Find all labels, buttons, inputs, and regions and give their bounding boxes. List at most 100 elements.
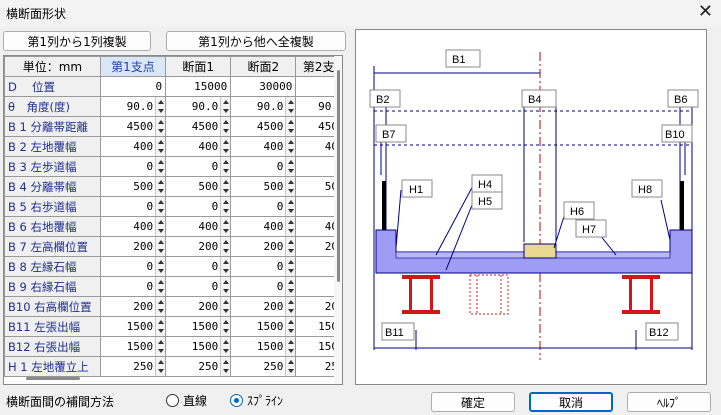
- spin-button[interactable]: [220, 297, 230, 316]
- spin-button[interactable]: [220, 217, 230, 236]
- spin-button[interactable]: [155, 157, 165, 176]
- spin-button[interactable]: [220, 257, 230, 276]
- grid-cell[interactable]: 500: [99, 176, 167, 197]
- grid-cell[interactable]: 400: [230, 216, 297, 237]
- grid-cell[interactable]: 15000: [165, 76, 232, 97]
- spin-button[interactable]: [220, 337, 230, 356]
- grid-cell[interactable]: 250: [230, 356, 297, 377]
- grid-cell[interactable]: 1500: [165, 316, 232, 337]
- spin-button[interactable]: [285, 97, 295, 116]
- grid-cell[interactable]: 4500: [99, 116, 167, 137]
- radio-line-circle[interactable]: [166, 394, 179, 407]
- spin-button[interactable]: [220, 197, 230, 216]
- grid-cell[interactable]: 0: [230, 196, 297, 217]
- spin-button[interactable]: [220, 357, 230, 376]
- grid-cell[interactable]: 200: [230, 236, 297, 257]
- spin-button[interactable]: [285, 217, 295, 236]
- spin-button[interactable]: [155, 297, 165, 316]
- spin-button[interactable]: [155, 237, 165, 256]
- spin-button[interactable]: [220, 117, 230, 136]
- grid-cell[interactable]: 400: [99, 136, 167, 157]
- grid-cell[interactable]: 4500: [165, 116, 232, 137]
- horizontal-scroll-thumb[interactable]: [26, 377, 80, 380]
- spin-button[interactable]: [285, 337, 295, 356]
- spin-button[interactable]: [155, 357, 165, 376]
- help-button[interactable]: ﾍﾙﾌﾟ: [627, 392, 711, 412]
- spin-button[interactable]: [220, 237, 230, 256]
- grid-cell[interactable]: 400: [230, 136, 297, 157]
- grid-cell[interactable]: 0: [99, 76, 167, 97]
- grid-cell[interactable]: 500: [230, 176, 297, 197]
- spin-button[interactable]: [155, 117, 165, 136]
- spin-button[interactable]: [285, 357, 295, 376]
- spin-button[interactable]: [220, 277, 230, 296]
- grid-cell[interactable]: 0: [99, 156, 167, 177]
- grid-cell[interactable]: 0: [99, 196, 167, 217]
- spin-button[interactable]: [220, 177, 230, 196]
- close-icon[interactable]: ✕: [698, 2, 713, 22]
- grid-cell[interactable]: 0: [165, 196, 232, 217]
- grid-cell[interactable]: 1500: [230, 336, 297, 357]
- copy-all-columns-button[interactable]: 第1列から他へ全複製: [166, 31, 346, 51]
- grid-cell[interactable]: 0: [99, 256, 167, 277]
- spin-button[interactable]: [155, 177, 165, 196]
- grid-cell[interactable]: 200: [165, 296, 232, 317]
- grid-cell[interactable]: 0: [165, 156, 232, 177]
- spin-button[interactable]: [285, 177, 295, 196]
- vertical-scrollbar[interactable]: [334, 56, 342, 384]
- grid-cell[interactable]: 250: [99, 356, 167, 377]
- grid-cell[interactable]: 1500: [99, 316, 167, 337]
- spin-button[interactable]: [155, 317, 165, 336]
- grid-cell[interactable]: 250: [165, 356, 232, 377]
- spin-button[interactable]: [285, 197, 295, 216]
- spin-button[interactable]: [220, 317, 230, 336]
- grid-cell[interactable]: 4500: [230, 116, 297, 137]
- spin-button[interactable]: [285, 277, 295, 296]
- spin-button[interactable]: [155, 257, 165, 276]
- spin-button[interactable]: [285, 257, 295, 276]
- grid-cell[interactable]: 0: [165, 256, 232, 277]
- grid-cell[interactable]: 400: [165, 216, 232, 237]
- spin-button[interactable]: [220, 97, 230, 116]
- spin-button[interactable]: [155, 277, 165, 296]
- cancel-button[interactable]: 取消: [529, 392, 613, 412]
- grid-cell[interactable]: 200: [230, 296, 297, 317]
- grid-cell[interactable]: 90.0: [230, 96, 297, 117]
- spin-button[interactable]: [285, 237, 295, 256]
- vertical-scroll-thumb[interactable]: [337, 70, 340, 282]
- grid-cell[interactable]: 500: [165, 176, 232, 197]
- grid-cell[interactable]: 400: [165, 136, 232, 157]
- grid-cell[interactable]: 0: [230, 156, 297, 177]
- grid-cell[interactable]: 1500: [165, 336, 232, 357]
- spin-button[interactable]: [285, 137, 295, 156]
- grid-cell[interactable]: 200: [99, 236, 167, 257]
- spin-button[interactable]: [155, 197, 165, 216]
- grid-cell[interactable]: 400: [99, 216, 167, 237]
- column-header[interactable]: 第1支点: [99, 56, 167, 77]
- grid-cell[interactable]: 1500: [230, 316, 297, 337]
- radio-line[interactable]: 直線: [166, 392, 207, 409]
- grid-cell[interactable]: 30000: [230, 76, 297, 97]
- grid-cell[interactable]: 1500: [99, 336, 167, 357]
- spin-button[interactable]: [220, 137, 230, 156]
- spin-button[interactable]: [155, 217, 165, 236]
- spin-button[interactable]: [285, 117, 295, 136]
- spin-button[interactable]: [220, 157, 230, 176]
- column-header[interactable]: 断面2: [230, 56, 297, 77]
- spin-button[interactable]: [155, 137, 165, 156]
- grid-cell[interactable]: 200: [165, 236, 232, 257]
- grid-cell[interactable]: 90.0: [165, 96, 232, 117]
- spin-button[interactable]: [285, 157, 295, 176]
- grid-cell[interactable]: 0: [230, 276, 297, 297]
- column-header[interactable]: 断面1: [165, 56, 232, 77]
- grid-cell[interactable]: 0: [165, 276, 232, 297]
- spin-button[interactable]: [285, 297, 295, 316]
- section-grid[interactable]: 単位：mm 第1支点 断面1 断面2 第2支 D 位置 0 15000 30000 θ 角度(度)…: [3, 55, 343, 385]
- spin-button[interactable]: [285, 317, 295, 336]
- radio-spline-circle[interactable]: [230, 394, 243, 407]
- radio-spline[interactable]: ｽﾌﾟﾗｲﾝ: [230, 392, 283, 409]
- grid-cell[interactable]: 0: [99, 276, 167, 297]
- grid-cell[interactable]: 90.0: [99, 96, 167, 117]
- ok-button[interactable]: 確定: [431, 392, 515, 412]
- copy-first-column-button[interactable]: 第1列から1列複製: [3, 31, 151, 51]
